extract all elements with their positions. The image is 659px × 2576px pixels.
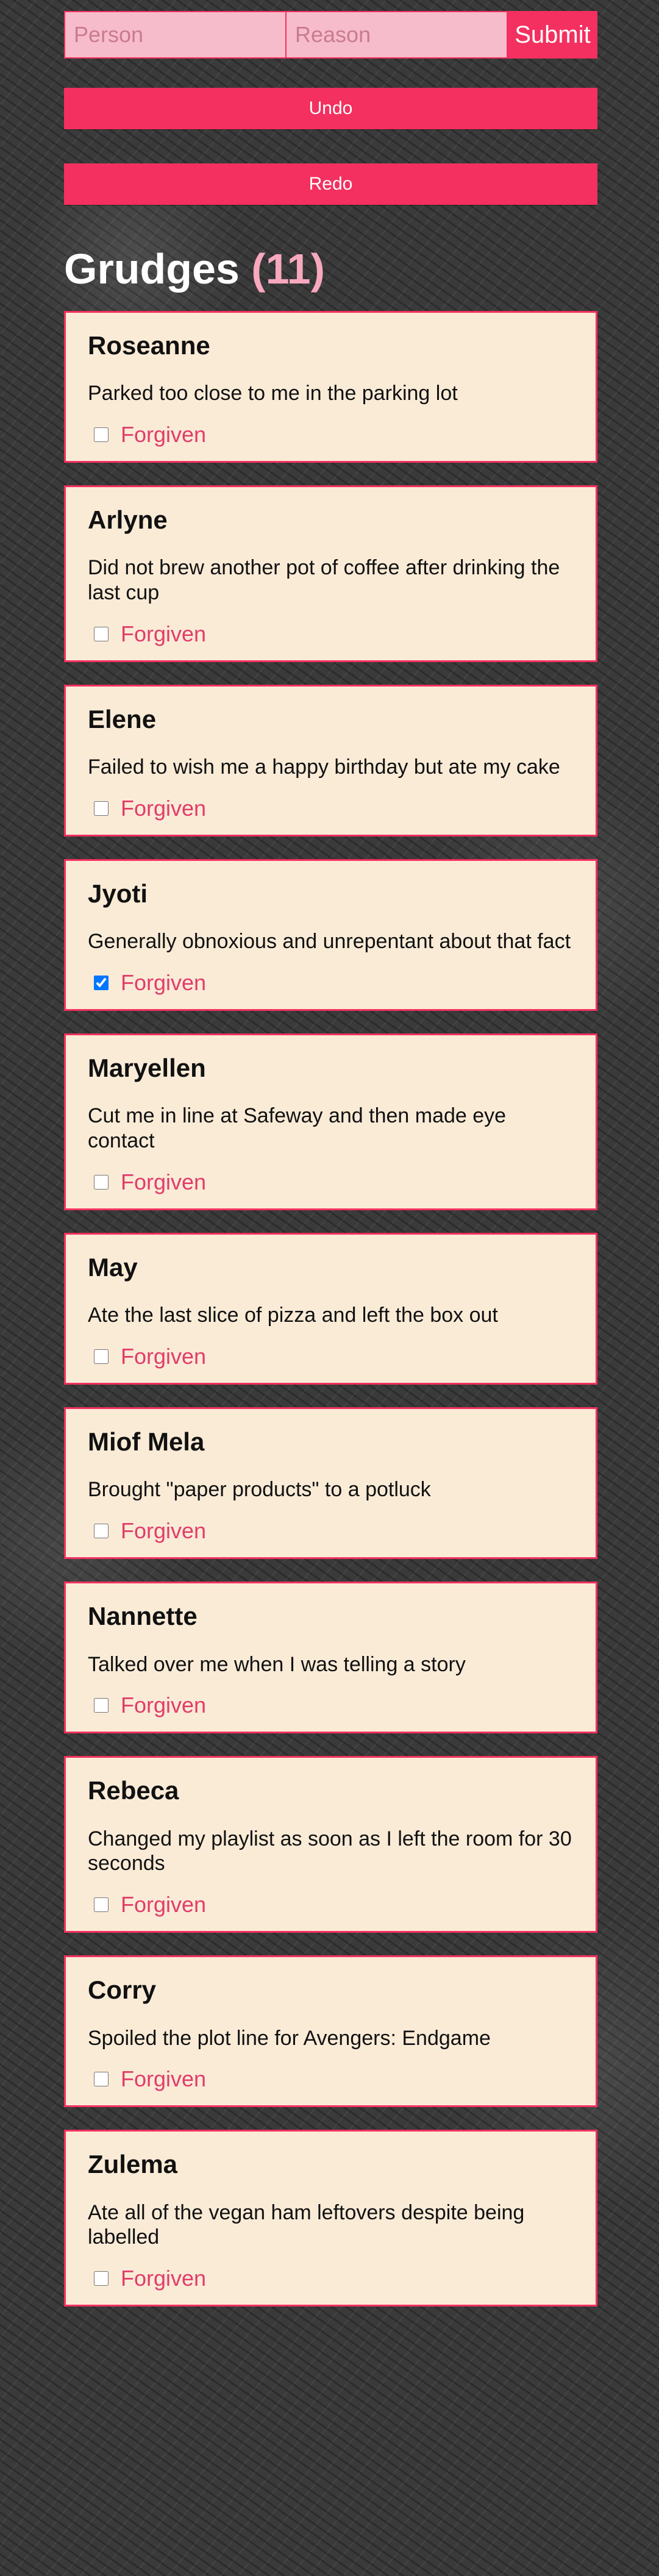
forgiven-checkbox[interactable] bbox=[94, 626, 109, 641]
grudge-person: Arlyne bbox=[88, 505, 168, 535]
forgiven-toggle[interactable]: Forgiven bbox=[88, 2266, 574, 2291]
person-input[interactable] bbox=[64, 11, 287, 59]
forgiven-checkbox[interactable] bbox=[94, 1349, 109, 1365]
grudge-person: Jyoti bbox=[88, 879, 148, 908]
forgiven-toggle[interactable]: Forgiven bbox=[88, 1169, 574, 1195]
grudge-person: Elene bbox=[88, 704, 157, 733]
forgiven-label: Forgiven bbox=[121, 1892, 207, 1918]
forgiven-toggle[interactable]: Forgiven bbox=[88, 621, 574, 647]
grudge-person: Miof Mela bbox=[88, 1427, 205, 1457]
grudge-reason: Generally obnoxious and unrepentant abou… bbox=[88, 930, 571, 954]
forgiven-toggle[interactable]: Forgiven bbox=[88, 796, 574, 821]
undo-button[interactable]: Undo bbox=[64, 88, 597, 129]
grudge-card: Elene Failed to wish me a happy birthday … bbox=[64, 684, 597, 837]
grudge-person: Corry bbox=[88, 1975, 157, 2005]
forgiven-checkbox[interactable] bbox=[94, 1175, 109, 1190]
reason-input[interactable] bbox=[287, 11, 508, 59]
forgiven-label: Forgiven bbox=[121, 1518, 207, 1544]
forgiven-toggle[interactable]: Forgiven bbox=[88, 1892, 574, 1918]
forgiven-toggle[interactable]: Forgiven bbox=[88, 2066, 574, 2092]
grudge-card: Nannette Talked over me when I was tellin… bbox=[64, 1582, 597, 1734]
page-title-text: Grudges bbox=[64, 245, 240, 293]
forgiven-toggle[interactable]: Forgiven bbox=[88, 1693, 574, 1718]
grudge-card: Jyoti Generally obnoxious and unrepentant… bbox=[64, 859, 597, 1011]
grudge-reason: Did not brew another pot of coffee after… bbox=[88, 556, 560, 605]
grudge-card: Corry Spoiled the plot line for Avengers:… bbox=[64, 1955, 597, 2108]
forgiven-checkbox[interactable] bbox=[94, 1698, 109, 1713]
grudge-card: Rebeca Changed my playlist as soon as I l… bbox=[64, 1756, 597, 1933]
grudge-reason: Ate all of the vegan ham leftovers despi… bbox=[88, 2200, 525, 2249]
grudge-list: Roseanne Parked too close to me in the pa… bbox=[64, 311, 597, 2307]
forgiven-label: Forgiven bbox=[121, 796, 207, 821]
grudge-reason: Ate the last slice of pizza and left the… bbox=[88, 1304, 498, 1327]
grudge-reason: Spoiled the plot line for Avengers: Endg… bbox=[88, 2026, 491, 2050]
submit-button[interactable]: Submit bbox=[508, 11, 597, 59]
grudge-reason: Changed my playlist as soon as I left th… bbox=[88, 1827, 572, 1875]
forgiven-label: Forgiven bbox=[121, 1344, 207, 1369]
forgiven-label: Forgiven bbox=[121, 2066, 207, 2092]
grudge-card: Miof Mela Brought "paper products" to a p… bbox=[64, 1407, 597, 1560]
forgiven-checkbox[interactable] bbox=[94, 2271, 109, 2286]
grudge-person: Nannette bbox=[88, 1602, 198, 1631]
grudge-card: May Ate the last slice of pizza and left … bbox=[64, 1233, 597, 1385]
grudge-card: Arlyne Did not brew another pot of coffee… bbox=[64, 485, 597, 662]
grudge-card: Zulema Ate all of the vegan ham leftovers… bbox=[64, 2130, 597, 2307]
app-container: Submit Undo Redo Grudges (11) Roseanne Pa… bbox=[64, 11, 597, 2307]
forgiven-label: Forgiven bbox=[121, 970, 207, 996]
forgiven-label: Forgiven bbox=[121, 1693, 207, 1718]
forgiven-label: Forgiven bbox=[121, 621, 207, 646]
new-grudge-form: Submit bbox=[64, 11, 597, 59]
grudge-card: Maryellen Cut me in line at Safeway and t… bbox=[64, 1033, 597, 1211]
grudge-reason: Failed to wish me a happy birthday but a… bbox=[88, 755, 560, 779]
grudge-person: May bbox=[88, 1253, 138, 1282]
forgiven-label: Forgiven bbox=[121, 1169, 207, 1195]
forgiven-toggle[interactable]: Forgiven bbox=[88, 970, 574, 996]
grudge-person: Zulema bbox=[88, 2150, 178, 2179]
forgiven-label: Forgiven bbox=[121, 2266, 207, 2291]
redo-button[interactable]: Redo bbox=[64, 163, 597, 205]
forgiven-checkbox[interactable] bbox=[94, 976, 109, 991]
grudge-reason: Cut me in line at Safeway and then made … bbox=[88, 1104, 507, 1153]
forgiven-checkbox[interactable] bbox=[94, 1897, 109, 1913]
grudge-person: Maryellen bbox=[88, 1054, 206, 1083]
grudge-person: Rebeca bbox=[88, 1776, 179, 1805]
grudge-reason: Parked too close to me in the parking lo… bbox=[88, 382, 458, 405]
forgiven-checkbox[interactable] bbox=[94, 1524, 109, 1539]
forgiven-checkbox[interactable] bbox=[94, 427, 109, 443]
grudge-reason: Brought "paper products" to a potluck bbox=[88, 1478, 431, 1502]
grudge-reason: Talked over me when I was telling a stor… bbox=[88, 1652, 466, 1676]
grudge-count: (11) bbox=[251, 245, 325, 293]
forgiven-toggle[interactable]: Forgiven bbox=[88, 1344, 574, 1369]
forgiven-checkbox[interactable] bbox=[94, 801, 109, 816]
grudge-person: Roseanne bbox=[88, 331, 210, 360]
page-title: Grudges (11) bbox=[64, 248, 597, 291]
forgiven-checkbox[interactable] bbox=[94, 2072, 109, 2087]
forgiven-toggle[interactable]: Forgiven bbox=[88, 1518, 574, 1544]
forgiven-label: Forgiven bbox=[121, 422, 207, 448]
grudge-card: Roseanne Parked too close to me in the pa… bbox=[64, 311, 597, 463]
forgiven-toggle[interactable]: Forgiven bbox=[88, 422, 574, 448]
